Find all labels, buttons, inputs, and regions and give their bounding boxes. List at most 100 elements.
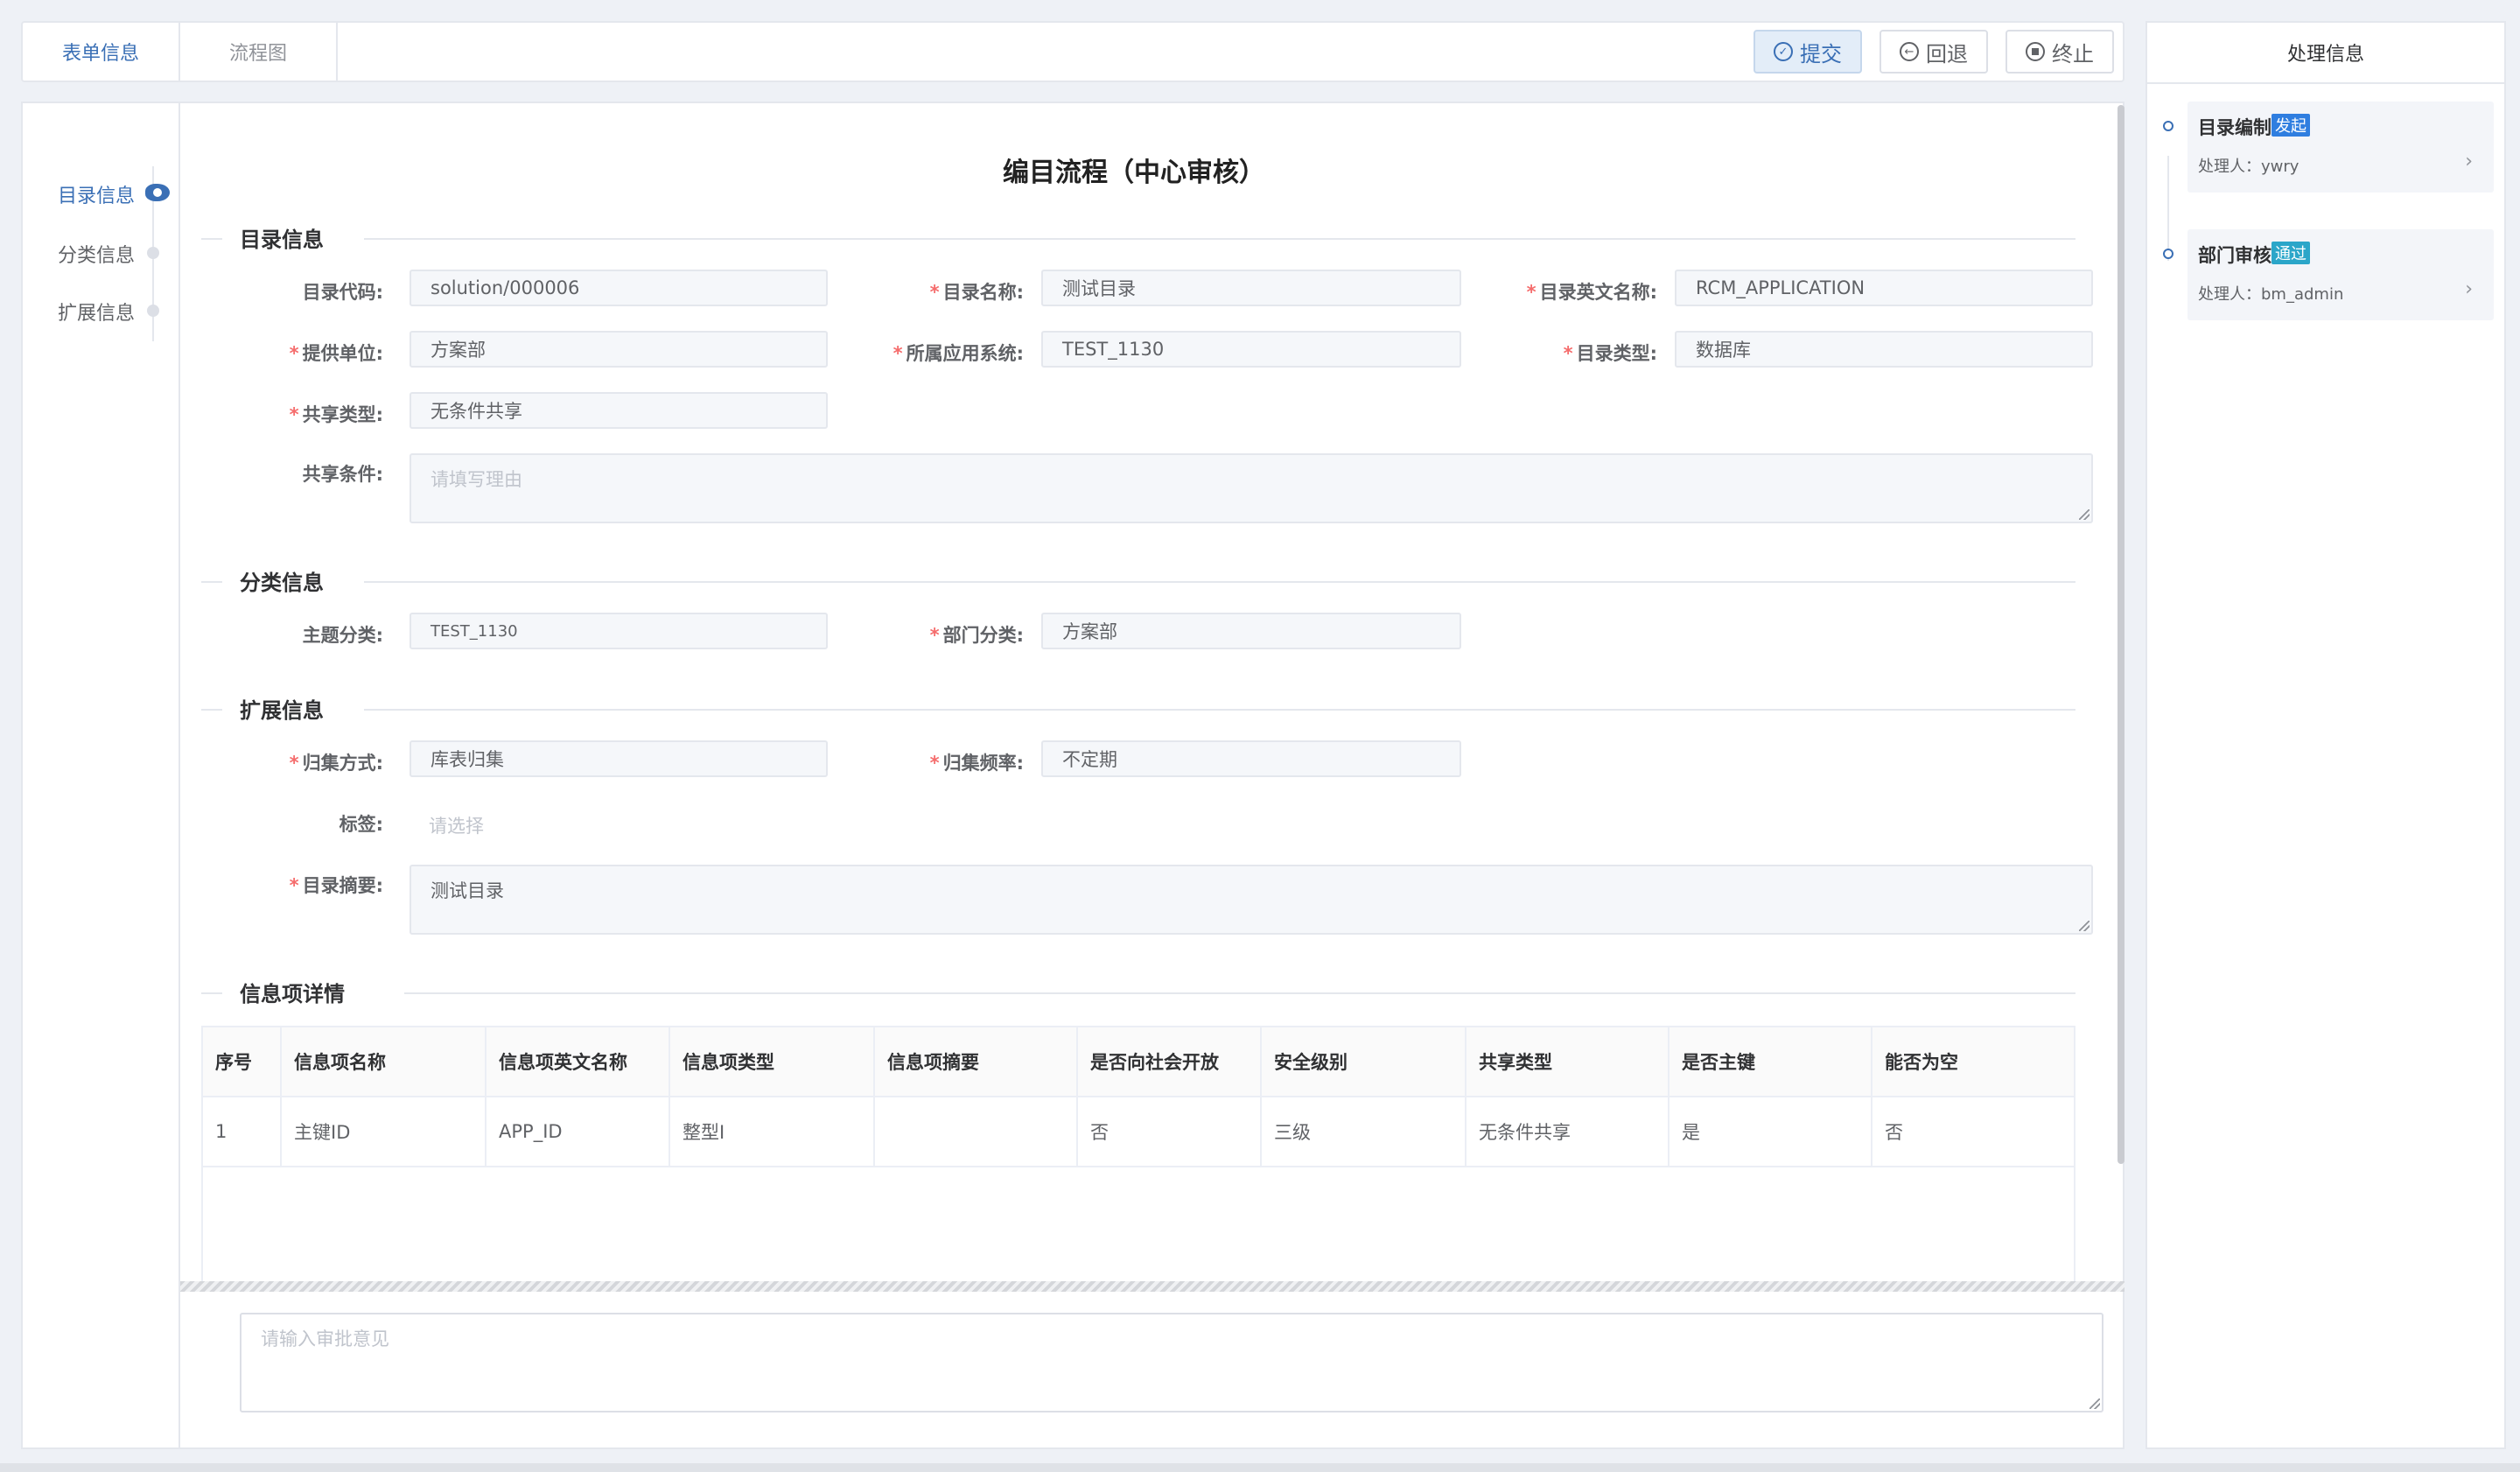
label-share-condition: 共享条件: [302,464,383,485]
share-condition-placeholder: 请填写理由 [430,469,522,490]
label-en-name: * 目录英文名称: [1526,282,1657,303]
resize-handle[interactable] [2079,509,2090,520]
process-info-panel: 处理信息 目录编制 发起 处理人：ywry › 部门审核 通过 处理人：bm_a… [2146,21,2506,1449]
section-divider [201,581,222,583]
table-header-cell: 信息项英文名称 [486,1027,670,1096]
table-header-cell: 信息项摘要 [875,1027,1078,1096]
label-provider: * 提供单位: [289,343,383,364]
tab-form-info[interactable]: 表单信息 [23,23,180,81]
content-scrollbar[interactable] [2118,105,2124,1164]
label-summary: * 目录摘要: [289,875,383,896]
label-share-type: * 共享类型: [289,404,383,425]
tab-flow-chart[interactable]: 流程图 [180,23,338,81]
chevron-right-icon: › [2465,151,2473,172]
resize-handle[interactable] [2090,1398,2100,1409]
check-circle-icon: ✓ [1774,42,1793,61]
anchor-nav: 目录信息 分类信息 扩展信息 [23,103,180,1447]
table-header-cell: 信息项类型 [670,1027,875,1096]
section-divider [364,709,2076,711]
table-cell: 是 [1670,1097,1872,1166]
section-divider [364,238,2076,240]
node-handler: 处理人：ywry [2198,158,2300,176]
section-title-extension: 扩展信息 [240,698,324,723]
resize-handle[interactable] [2079,921,2090,931]
process-info-title: 处理信息 [2147,23,2504,84]
catalog-name-input[interactable]: 测试目录 [1041,270,1461,306]
chevron-right-icon: › [2465,278,2473,300]
label-tags: 标签: [339,814,383,835]
section-title-items: 信息项详情 [240,982,345,1006]
table-header-cell: 能否为空 [1872,1027,2074,1096]
back-label: 回退 [1926,41,1968,67]
section-title-catalog: 目录信息 [240,228,324,252]
anchor-dot-extension [147,305,159,317]
dept-input[interactable]: 方案部 [1041,613,1461,649]
table-row[interactable]: 1 主键ID APP_ID 整型I 否 三级 无条件共享 是 否 [203,1097,2074,1167]
table-cell: 否 [1078,1097,1262,1166]
back-circle-icon: ← [1900,42,1919,61]
table-cell: 无条件共享 [1466,1097,1670,1166]
table-header-cell: 安全级别 [1262,1027,1466,1096]
provider-input[interactable]: 方案部 [410,331,828,368]
table-cell: 主键ID [282,1097,486,1166]
share-type-input[interactable]: 无条件共享 [410,392,828,429]
label-subject: 主题分类: [302,625,383,646]
stop-circle-icon [2026,42,2045,61]
table-header-cell: 共享类型 [1466,1027,1670,1096]
table-header-row: 序号 信息项名称 信息项英文名称 信息项类型 信息项摘要 是否向社会开放 安全级… [203,1027,2074,1097]
back-button[interactable]: ← 回退 [1880,30,1988,74]
end-button[interactable]: 终止 [2006,30,2114,74]
table-cell: 整型I [670,1097,875,1166]
label-app-system: * 所属应用系统: [892,343,1024,364]
collect-freq-input[interactable]: 不定期 [1041,740,1461,777]
section-divider [404,992,2076,994]
label-collect-method: * 归集方式: [289,753,383,774]
summary-textarea[interactable]: 测试目录 [410,865,2093,935]
app-system-input[interactable]: TEST_1130 [1041,331,1461,368]
tags-select[interactable]: 请选择 [429,812,484,838]
submit-button[interactable]: ✓ 提交 [1754,30,1862,74]
submit-label: 提交 [1800,41,1842,67]
status-badge: 发起 [2272,114,2310,137]
catalog-en-name-input[interactable]: RCM_APPLICATION [1675,270,2093,306]
catalog-code-input[interactable]: solution/000006 [410,270,828,306]
top-bar: 表单信息 流程图 ✓ 提交 ← 回退 终止 [21,21,2124,82]
label-catalog-type: * 目录类型: [1563,343,1657,364]
approval-opinion-textarea[interactable]: 请输入审批意见 [240,1313,2104,1412]
section-divider [201,709,222,711]
subject-input[interactable]: TEST_1130 [410,613,828,649]
form-content: 编目流程（中心审核） 目录信息 目录代码: solution/000006 * 目… [180,103,2114,1281]
end-label: 终止 [2052,41,2094,67]
anchor-active-marker [145,184,170,201]
node-name: 目录编制 [2198,117,2272,138]
splitter-handle[interactable] [180,1281,2124,1292]
table-header-cell: 信息项名称 [282,1027,486,1096]
catalog-type-input[interactable]: 数据库 [1675,331,2093,368]
node-handler: 处理人：bm_admin [2198,285,2344,304]
bottom-strip [0,1463,2520,1472]
table-cell: 否 [1885,1122,1903,1143]
label-dept: * 部门分类: [929,625,1024,646]
table-cell: 三级 [1262,1097,1466,1166]
table-header-cell: 是否主键 [1670,1027,1872,1096]
approval-opinion-placeholder: 请输入审批意见 [261,1328,389,1349]
timeline-dot [2163,121,2174,131]
label-code: 目录代码: [302,282,383,303]
table-cell: APP_ID [486,1097,670,1166]
process-node-catalog-edit[interactable]: 目录编制 发起 处理人：ywry › [2188,102,2494,193]
process-node-dept-review[interactable]: 部门审核 通过 处理人：bm_admin › [2188,229,2494,320]
node-name: 部门审核 [2198,245,2272,266]
info-items-table: 序号 信息项名称 信息项英文名称 信息项类型 信息项摘要 是否向社会开放 安全级… [201,1026,2076,1281]
table-header-cell: 是否向社会开放 [1078,1027,1262,1096]
label-collect-freq: * 归集频率: [929,753,1024,774]
label-name: * 目录名称: [929,282,1024,303]
timeline-line [2167,156,2169,261]
timeline-dot [2163,249,2174,259]
share-condition-textarea[interactable]: 请填写理由 [410,453,2093,523]
anchor-dot-category [147,247,159,259]
status-badge: 通过 [2272,242,2310,264]
section-divider [201,238,222,240]
collect-method-input[interactable]: 库表归集 [410,740,828,777]
form-title: 编目流程（中心审核） [1003,158,1265,188]
section-divider [201,992,222,994]
